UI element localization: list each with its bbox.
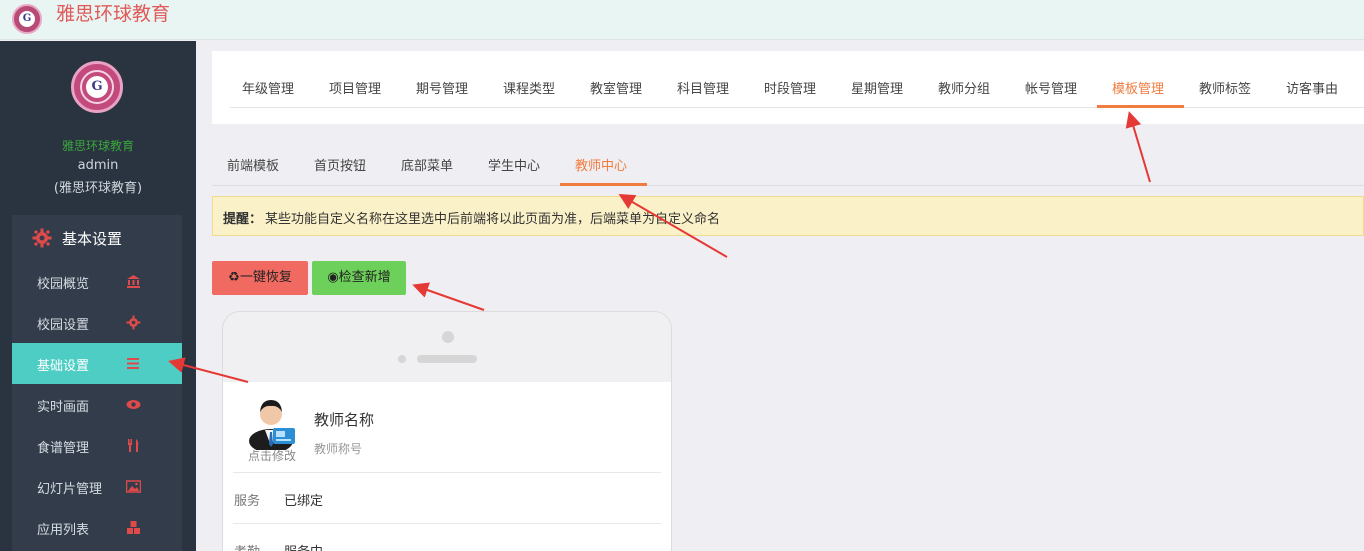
list-icon [127, 358, 139, 369]
tab-teacher-groups[interactable]: 教师分组 [938, 78, 990, 97]
tab-grade-management[interactable]: 年级管理 [242, 78, 294, 97]
notice-text: 某些功能自定义名称在这里选中后前端将以此页面为准，后端菜单为自定义命名 [265, 212, 721, 227]
eye-icon [126, 400, 141, 409]
check-new-button[interactable]: ◉检查新增 [312, 261, 406, 295]
avatar-edit-hint[interactable]: 点击修改 [248, 447, 296, 464]
sidebar-username: admin [77, 158, 119, 173]
gear-icon [32, 228, 52, 248]
row-value-attendance: 服务中 [284, 541, 323, 551]
subtab-student-center[interactable]: 学生中心 [488, 155, 540, 174]
tab-account-management[interactable]: 帐号管理 [1025, 78, 1077, 97]
app-title: 雅思环球教育 [56, 3, 171, 25]
sidebar-item-campus-settings[interactable]: 校园设置 [12, 302, 182, 343]
row-key-service: 服务 [234, 494, 261, 509]
tab-project-management[interactable]: 项目管理 [329, 78, 381, 97]
subtab-active-indicator [560, 183, 647, 186]
restore-defaults-button[interactable]: ♻一键恢复 [212, 261, 308, 295]
arrow-to-template-tab [1125, 111, 1151, 183]
phone-speaker [417, 355, 477, 363]
subtab-teacher-center[interactable]: 教师中心 [575, 155, 627, 174]
sidebar-item-label: 校园概览 [37, 277, 90, 292]
tab-period-management[interactable]: 时段管理 [764, 78, 816, 97]
sidebar-item-slides-management[interactable]: 幻灯片管理 [12, 466, 182, 507]
tab-active-indicator [1097, 105, 1184, 108]
subtab-home-buttons[interactable]: 首页按钮 [314, 155, 366, 174]
tab-term-management[interactable]: 期号管理 [416, 78, 468, 97]
tab-visitor-reasons[interactable]: 访客事由 [1286, 78, 1338, 97]
sidebar-item-label: 实时画面 [37, 400, 90, 415]
tab-teacher-tags[interactable]: 教师标签 [1199, 78, 1251, 97]
teacher-title: 教师称号 [314, 442, 363, 456]
tab-template-management[interactable]: 模板管理 [1112, 78, 1164, 97]
tabs-divider [230, 107, 1364, 108]
phone-screen: 点击修改 教师名称 教师称号 服务 已绑定 考勤 服务中 [223, 382, 671, 551]
sidebar-item-basic-settings[interactable]: 基础设置 [12, 343, 182, 384]
phone-preview: 点击修改 教师名称 教师称号 服务 已绑定 考勤 服务中 [222, 311, 672, 551]
sidebar-logo-letter: G [86, 76, 108, 98]
logo-letter: G [19, 11, 35, 27]
sidebar-item-menu-management[interactable]: 食谱管理 [12, 425, 182, 466]
sidebar-user-org: (雅思环球教育) [53, 181, 143, 196]
cutlery-icon [128, 439, 139, 452]
divider [233, 523, 661, 524]
arrow-to-check-button [412, 282, 485, 311]
cubes-icon [127, 521, 140, 534]
divider [233, 472, 661, 473]
tab-subject-management[interactable]: 科目管理 [677, 78, 729, 97]
row-key-attendance: 考勤 [234, 541, 260, 551]
sidebar-item-label: 幻灯片管理 [37, 482, 103, 497]
notice-banner: 提醒： 某些功能自定义名称在这里选中后前端将以此页面为准，后端菜单为自定义命名 [212, 196, 1364, 236]
sidebar-item-label: 基础设置 [37, 359, 90, 374]
sidebar-item-label: 食谱管理 [37, 441, 90, 456]
sidebar-item-app-list[interactable]: 应用列表 [12, 507, 182, 548]
subtabs-divider [212, 185, 1364, 186]
teacher-name: 教师名称 [314, 411, 375, 429]
sidebar-item-label: 应用列表 [37, 523, 90, 538]
bank-icon [127, 275, 140, 288]
notice-label: 提醒： [223, 212, 263, 227]
tab-classroom-management[interactable]: 教室管理 [590, 78, 642, 97]
sidebar-org-name: 雅思环球教育 [61, 139, 134, 153]
image-icon [126, 480, 141, 493]
phone-camera [442, 331, 454, 343]
sidebar-item-live-view[interactable]: 实时画面 [12, 384, 182, 425]
menu-section-label: 基本设置 [62, 230, 123, 248]
menu-section-basic-settings[interactable]: 基本设置 [12, 215, 182, 261]
tab-course-type[interactable]: 课程类型 [503, 78, 555, 97]
subtab-bottom-menu[interactable]: 底部菜单 [401, 155, 453, 174]
sidebar: G 雅思环球教育 admin (雅思环球教育) 基本设置 校园概览 校园设置 基… [0, 41, 196, 551]
sidebar-logo: G [71, 61, 123, 113]
teacher-avatar[interactable] [243, 394, 299, 450]
phone-sensor [398, 355, 406, 363]
top-header: G 雅思环球教育 [0, 0, 1364, 40]
gear-icon [126, 315, 141, 330]
sidebar-item-campus-overview[interactable]: 校园概览 [12, 261, 182, 302]
sidebar-menu: 基本设置 校园概览 校园设置 基础设置 实时画面 食谱管理 幻灯片管理 应用列表 [12, 215, 182, 551]
tab-weekday-management[interactable]: 星期管理 [851, 78, 903, 97]
brand-logo[interactable]: G [12, 4, 42, 34]
sidebar-item-label: 校园设置 [37, 318, 90, 333]
row-value-service: 已绑定 [284, 494, 324, 509]
subtab-frontend-template[interactable]: 前端模板 [227, 155, 279, 174]
